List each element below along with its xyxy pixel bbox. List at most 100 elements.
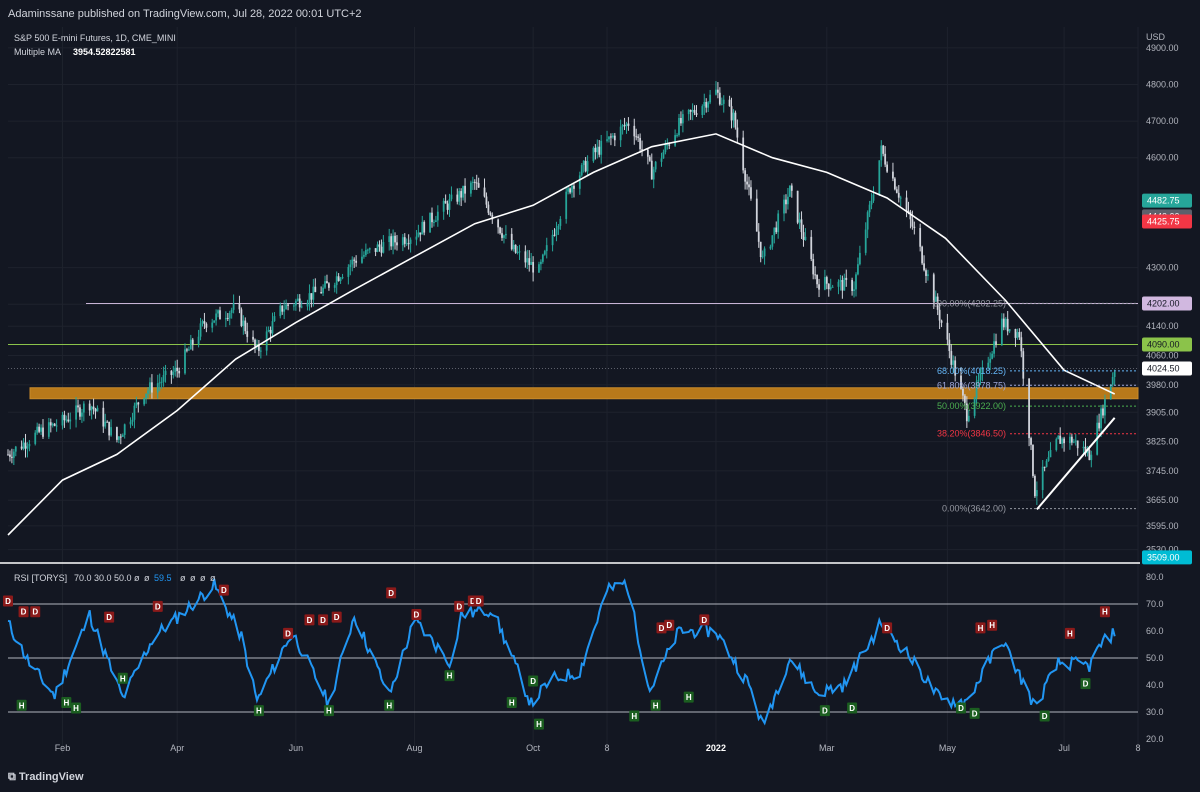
rsi-signal-label: D [5, 597, 11, 606]
candle-body [800, 219, 803, 233]
candle-body [952, 360, 955, 365]
tradingview-logo[interactable]: ⧉ TradingView [8, 771, 84, 784]
fib-level-label: 0.00%(3642.00) [942, 504, 1006, 514]
candle-body [269, 329, 272, 334]
candle-body [501, 233, 503, 238]
candle-body [882, 145, 885, 154]
candle-body [63, 414, 66, 421]
candle-body [709, 94, 712, 103]
candle-body [242, 320, 245, 326]
candle-body [571, 185, 573, 193]
candle-body [925, 270, 927, 276]
candle-body [623, 125, 626, 127]
x-tick-label: May [939, 743, 957, 753]
candle-body [664, 144, 667, 153]
candle-body [923, 263, 925, 271]
candle-body [47, 422, 50, 437]
candle-body [1049, 449, 1052, 458]
candle-body [374, 248, 377, 252]
candle-body [415, 236, 418, 240]
candle-body [119, 436, 122, 438]
candle-body [1022, 351, 1025, 379]
candle-body [448, 199, 451, 210]
y-tick-label: 4900.00 [1146, 43, 1179, 53]
candle-body [621, 125, 624, 127]
price-badge: 4024.50 [1142, 361, 1192, 376]
rsi-param: ø [180, 573, 186, 583]
candle-body [927, 274, 929, 276]
rsi-param: 50.0 [114, 573, 132, 583]
candle-body [837, 281, 840, 287]
candle-body [1104, 399, 1106, 416]
rsi-signal-marker: D [819, 705, 830, 717]
candle-body [353, 259, 356, 261]
candle-body [611, 135, 614, 138]
candle-body [573, 185, 575, 189]
candle-body [469, 182, 472, 194]
candle-body [701, 106, 704, 115]
candle-body [24, 442, 27, 449]
rsi-signal-label: D [884, 624, 890, 633]
candle-body [610, 136, 612, 138]
candle-body [431, 212, 433, 223]
candle-body [1014, 329, 1017, 338]
candle-body [950, 351, 953, 365]
candle-body [187, 349, 190, 351]
candle-body [106, 421, 109, 423]
candle-body [785, 199, 787, 205]
candle-body [164, 370, 167, 376]
candle-body [388, 236, 391, 243]
rsi-signal-marker: H [1099, 606, 1110, 618]
candle-body [1061, 438, 1064, 444]
candle-body [51, 423, 54, 426]
candle-body [715, 89, 717, 95]
candle-body [417, 232, 420, 237]
x-tick-label: 8 [605, 743, 610, 753]
candle-body [693, 109, 696, 114]
candle-body [592, 147, 595, 162]
candle-body [870, 200, 873, 205]
candle-body [625, 123, 628, 127]
candle-body [728, 99, 731, 107]
rsi-param: 30.0 [94, 573, 112, 583]
candle-body [197, 336, 200, 345]
rsi-signal-marker: H [253, 705, 264, 717]
rsi-signal-marker: D [882, 622, 893, 634]
candle-body [160, 381, 163, 383]
rsi-signal-label: H [120, 674, 126, 683]
candle-body [347, 267, 350, 277]
candle-body [184, 349, 186, 374]
candle-body [489, 212, 492, 215]
candle-body [829, 287, 832, 290]
candle-body [396, 242, 398, 246]
candle-body [339, 278, 342, 281]
candle-body [230, 309, 233, 313]
chart-area[interactable]: 100.00%(4202.25) 68.00%(4018.25) 61.80%(39… [0, 27, 1200, 765]
candle-body [460, 191, 463, 198]
rsi-signal-marker: H [1064, 627, 1075, 639]
candle-body [102, 407, 105, 427]
candle-body [36, 426, 39, 433]
candle-body [823, 277, 826, 290]
rsi-signal-marker: D [969, 707, 980, 719]
candle-body [7, 454, 9, 456]
candle-body [512, 244, 515, 250]
candle-body [213, 320, 216, 323]
candle-body [1082, 446, 1085, 449]
rsi-signal-label: D [659, 624, 665, 633]
candle-body [810, 236, 813, 260]
publisher-line: Adaminssane published on TradingView.com… [8, 8, 362, 20]
candle-body [582, 160, 585, 166]
candle-body [156, 383, 159, 393]
rsi-current-value: 59.5 [154, 573, 172, 583]
price-badge-label: 4425.75 [1147, 217, 1180, 227]
candle-body [689, 109, 692, 112]
candle-body [851, 279, 853, 291]
y-tick-label: 4800.00 [1146, 79, 1179, 89]
candle-body [145, 393, 147, 399]
candle-body [10, 456, 13, 458]
candle-body [1000, 318, 1003, 345]
rsi-signal-label: D [822, 707, 828, 716]
rsi-params: 70.0 30.0 50.0 ø ø 59.5 ø ø ø ø [74, 573, 216, 583]
candle-body [716, 89, 719, 93]
